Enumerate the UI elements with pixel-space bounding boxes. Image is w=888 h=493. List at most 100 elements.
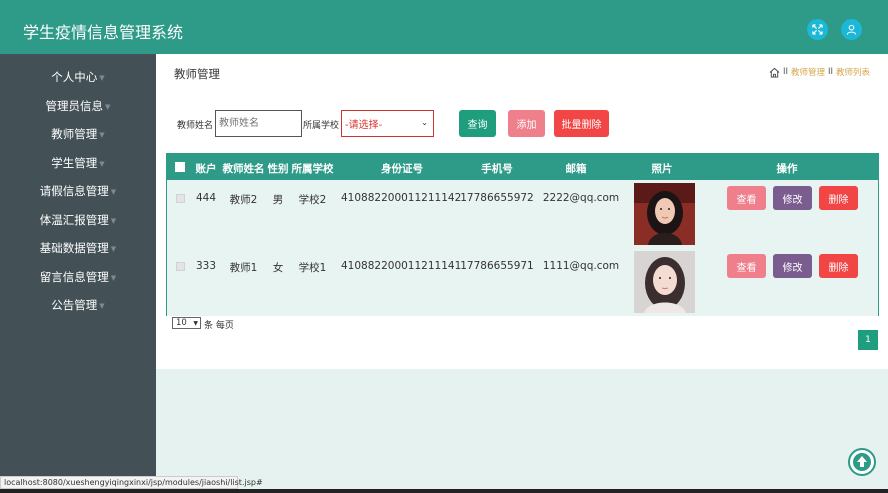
column-header-name: 教师姓名	[222, 163, 265, 175]
caret-down-icon: ▼	[110, 244, 117, 253]
fullscreen-icon	[812, 24, 823, 35]
row-checkbox[interactable]	[176, 194, 185, 203]
sidebar-item-label: 个人中心	[51, 70, 98, 84]
school-select[interactable]: -请选择- ⌄	[341, 110, 434, 137]
scroll-to-top-button[interactable]	[848, 448, 876, 476]
home-icon[interactable]	[769, 67, 780, 78]
caret-down-icon: ▼	[105, 102, 111, 111]
column-header-id-card: 身份证号	[381, 163, 423, 175]
table-header: 账户 教师姓名 性别 所属学校 身份证号 手机号 邮箱 照片 操作	[167, 154, 878, 180]
caret-down-icon: ▼	[99, 301, 105, 310]
breadcrumb-separator: II	[827, 67, 833, 77]
taskbar-strip	[0, 489, 888, 493]
edit-button[interactable]: 修改	[773, 254, 812, 278]
per-page-label: 条 每页	[204, 321, 234, 331]
teacher-photo	[634, 183, 695, 245]
table-row: 333 教师1 女 学校1 410882200011211141 1778665…	[167, 248, 878, 316]
chevron-down-icon: ▼	[193, 320, 198, 327]
caret-down-icon: ▼	[99, 159, 105, 168]
caret-down-icon: ▼	[99, 73, 105, 82]
sidebar-item-label: 基础数据管理	[39, 241, 109, 255]
school-label: 所属学校	[303, 121, 340, 131]
sidebar-item-label: 学生管理	[51, 156, 98, 170]
select-all-checkbox[interactable]	[175, 162, 185, 172]
search-bar: 教师姓名 所属学校 -请选择- ⌄ 查询 添加 批量删除	[156, 110, 888, 138]
user-button[interactable]	[841, 19, 862, 40]
batch-delete-button[interactable]: 批量删除	[554, 110, 609, 137]
sidebar-item-student-management[interactable]: 学生管理 ▼	[0, 152, 156, 174]
cell-name: 教师2	[229, 194, 258, 206]
teacher-table: 账户 教师姓名 性别 所属学校 身份证号 手机号 邮箱 照片 操作 444 教师…	[166, 153, 879, 316]
breadcrumb: II 教师管理 II 教师列表	[769, 66, 870, 78]
fullscreen-button[interactable]	[807, 19, 828, 40]
sidebar-item-teacher-management[interactable]: 教师管理 ▼	[0, 123, 156, 145]
school-select-value: -请选择-	[345, 120, 383, 131]
cell-email: 2222@qq.com	[542, 192, 620, 204]
column-header-photo: 照片	[651, 163, 673, 175]
caret-down-icon: ▼	[110, 273, 117, 282]
teacher-photo	[634, 251, 695, 313]
caret-down-icon: ▼	[99, 130, 105, 139]
user-icon	[846, 24, 857, 35]
sidebar-item-basic-data[interactable]: 基础数据管理 ▼	[0, 237, 156, 259]
add-button[interactable]: 添加	[508, 110, 545, 137]
column-header-email: 邮箱	[565, 163, 587, 175]
app-title: 学生疫情信息管理系统	[23, 23, 184, 42]
cell-gender: 男	[272, 194, 284, 206]
page-title: 教师管理	[174, 67, 220, 81]
sidebar: 个人中心 ▼ 管理员信息 ▼ 教师管理 ▼ 学生管理 ▼ 请假信息管理 ▼ 体温汇报管理 ▼…	[0, 54, 156, 490]
sidebar-item-message-management[interactable]: 留言信息管理 ▼	[0, 266, 156, 288]
chevron-down-icon: ⌄	[421, 118, 428, 127]
cell-gender: 女	[272, 262, 284, 274]
teacher-name-label: 教师姓名	[177, 121, 214, 131]
sidebar-item-leave-management[interactable]: 请假信息管理 ▼	[0, 180, 156, 202]
delete-button[interactable]: 删除	[819, 254, 858, 278]
teacher-name-input[interactable]	[215, 110, 302, 137]
browser-status-url: localhost:8080/xueshengyiqingxinxi/jsp/m…	[0, 476, 263, 489]
cell-phone: 17786655971	[460, 260, 534, 272]
sidebar-item-label: 请假信息管理	[39, 184, 109, 198]
sidebar-item-label: 留言信息管理	[39, 270, 109, 284]
row-checkbox[interactable]	[176, 262, 185, 271]
arrow-up-icon	[853, 453, 871, 471]
cell-id-card: 410882200011211141	[341, 260, 462, 272]
cell-name: 教师1	[229, 262, 258, 274]
sidebar-item-label: 体温汇报管理	[39, 213, 109, 227]
column-header-school: 所属学校	[291, 163, 334, 175]
edit-button[interactable]: 修改	[773, 186, 812, 210]
page-size-value: 10	[176, 318, 187, 328]
cell-id-card: 410882200011211142	[341, 192, 462, 204]
cell-school: 学校2	[298, 194, 327, 206]
page-number-button[interactable]: 1	[858, 330, 878, 350]
sidebar-item-personal-center[interactable]: 个人中心 ▼	[0, 66, 156, 88]
caret-down-icon: ▼	[110, 187, 117, 196]
view-button[interactable]: 查看	[727, 254, 766, 278]
top-header: 学生疫情信息管理系统	[0, 0, 888, 54]
sidebar-item-notice-management[interactable]: 公告管理 ▼	[0, 294, 156, 316]
page-size-select[interactable]: 10 ▼	[172, 317, 201, 329]
cell-school: 学校1	[298, 262, 327, 274]
view-button[interactable]: 查看	[727, 186, 766, 210]
column-header-phone: 手机号	[481, 163, 513, 175]
delete-button[interactable]: 删除	[819, 186, 858, 210]
sidebar-item-label: 教师管理	[51, 127, 98, 141]
column-header-account: 账户	[195, 163, 217, 175]
sidebar-item-label: 管理员信息	[45, 99, 104, 113]
breadcrumb-teacher-list[interactable]: 教师列表	[836, 66, 870, 78]
query-button[interactable]: 查询	[459, 110, 496, 137]
cell-phone: 17786655972	[460, 192, 534, 204]
column-header-gender: 性别	[267, 163, 289, 175]
breadcrumb-teacher-management[interactable]: 教师管理	[791, 66, 825, 78]
content-panel: 教师管理 II 教师管理 II 教师列表 教师姓名 所属学校 -请选择- ⌄ 查…	[156, 54, 888, 369]
column-header-actions: 操作	[776, 163, 798, 175]
main-content: 教师管理 II 教师管理 II 教师列表 教师姓名 所属学校 -请选择- ⌄ 查…	[156, 54, 888, 490]
cell-account: 333	[195, 260, 217, 272]
breadcrumb-separator: II	[782, 67, 788, 77]
cell-account: 444	[195, 192, 217, 204]
sidebar-item-temperature-management[interactable]: 体温汇报管理 ▼	[0, 209, 156, 231]
caret-down-icon: ▼	[110, 216, 117, 225]
table-row: 444 教师2 男 学校2 410882200011211142 1778665…	[167, 180, 878, 248]
sidebar-item-admin-info[interactable]: 管理员信息 ▼	[0, 95, 156, 117]
sidebar-item-label: 公告管理	[51, 298, 98, 312]
cell-email: 1111@qq.com	[542, 260, 620, 272]
